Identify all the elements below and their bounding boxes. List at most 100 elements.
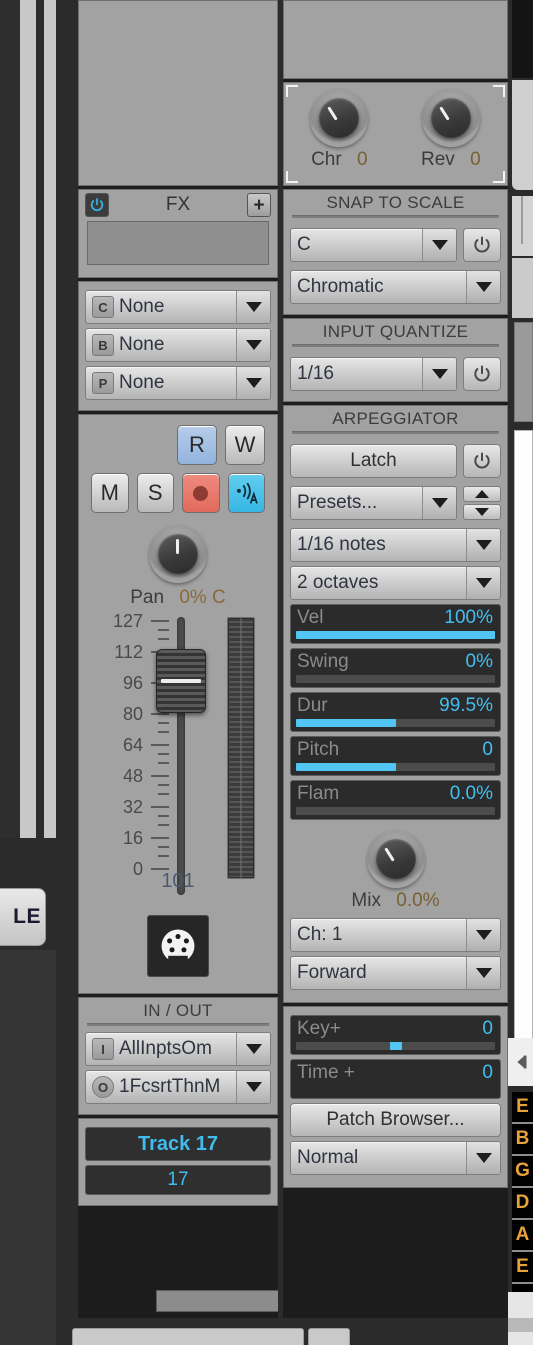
record-icon: [193, 485, 209, 501]
mute-button[interactable]: M: [91, 473, 129, 513]
chevron-down-icon[interactable]: [466, 919, 500, 951]
patch-browser-label: Patch Browser...: [326, 1109, 465, 1130]
output-badge: O: [92, 1076, 114, 1098]
chevron-down-icon[interactable]: [466, 957, 500, 989]
arp-latch-label: Latch: [350, 450, 397, 471]
input-echo-icon: [237, 482, 258, 504]
arp-mix-label: Mix: [351, 890, 381, 911]
input-echo-button[interactable]: [227, 473, 265, 513]
solo-label: S: [147, 480, 163, 505]
arp-swing-label: Swing: [297, 651, 349, 672]
time-shift-slider[interactable]: Time + 0: [290, 1059, 501, 1099]
chorus-knob[interactable]: [310, 89, 369, 147]
left-lower-panel: [0, 950, 56, 1345]
insert-slot-p[interactable]: P None: [85, 366, 271, 400]
arp-pitch-slider[interactable]: Pitch 0: [290, 736, 501, 776]
chorus-label: Chr: [311, 149, 342, 170]
quantize-resolution-value: 1/16: [297, 363, 334, 384]
string-label: D: [512, 1188, 533, 1220]
spinner-down-icon[interactable]: [463, 504, 501, 520]
chevron-down-icon[interactable]: [236, 1033, 270, 1065]
write-automation-button[interactable]: W: [225, 425, 265, 465]
chevron-down-icon[interactable]: [236, 367, 270, 399]
chevron-down-icon[interactable]: [422, 487, 456, 519]
input-quantize-power-button[interactable]: [463, 357, 501, 391]
power-icon: [474, 452, 490, 469]
fx-slot-empty[interactable]: [87, 221, 269, 265]
scale-tick-80: 80: [122, 704, 143, 724]
track-number-field[interactable]: 17: [85, 1165, 271, 1195]
insert-slot-b[interactable]: B None: [85, 328, 271, 362]
daw-track-inspector: LE FX + C None B None P None R W M S Pan…: [0, 0, 533, 1345]
solo-button[interactable]: S: [136, 473, 174, 513]
midi-din-icon[interactable]: [147, 915, 209, 977]
arp-velocity-value: 100%: [444, 607, 493, 628]
key-transpose-value: 0: [482, 1018, 493, 1039]
fx-title: FX: [165, 194, 191, 215]
bottom-tab-secondary[interactable]: [308, 1328, 350, 1345]
right-inset-box: [514, 322, 533, 422]
chevron-down-icon[interactable]: [422, 358, 456, 390]
arp-flam-slider[interactable]: Flam 0.0%: [290, 780, 501, 820]
time-shift-label: Time +: [297, 1062, 355, 1083]
chevron-down-icon[interactable]: [466, 567, 500, 599]
midi-input-select[interactable]: I AllInptsOm: [85, 1032, 271, 1066]
snap-to-scale-panel: SNAP TO SCALE C Chromatic: [283, 189, 508, 315]
arp-velocity-slider[interactable]: Vel 100%: [290, 604, 501, 644]
patch-mode-select[interactable]: Normal: [290, 1141, 501, 1175]
arp-preset-spinner[interactable]: [463, 486, 501, 520]
right-gray-panel-1: [512, 80, 533, 190]
arp-direction-select[interactable]: Forward: [290, 956, 501, 990]
patch-browser-button[interactable]: Patch Browser...: [290, 1103, 501, 1137]
snap-to-scale-power-button[interactable]: [463, 228, 501, 262]
bottom-tab-main[interactable]: [72, 1328, 304, 1345]
string-label: G: [512, 1156, 533, 1188]
chevron-down-icon[interactable]: [236, 291, 270, 323]
insert-slot-c[interactable]: C None: [85, 290, 271, 324]
arp-pitch-value: 0: [482, 739, 493, 760]
arp-swing-slider[interactable]: Swing 0%: [290, 648, 501, 688]
key-transpose-label: Key+: [297, 1018, 341, 1039]
record-arm-button[interactable]: [182, 473, 220, 513]
chevron-down-icon[interactable]: [422, 229, 456, 261]
reverb-knob[interactable]: [421, 89, 480, 147]
chevron-down-icon[interactable]: [236, 329, 270, 361]
read-automation-button[interactable]: R: [177, 425, 217, 465]
arp-flam-label: Flam: [297, 783, 340, 804]
volume-fader-thumb[interactable]: [156, 649, 206, 713]
pan-knob[interactable]: [149, 525, 207, 583]
arp-latch-button[interactable]: Latch: [290, 444, 457, 478]
midi-output-select[interactable]: O 1FcsrtThnM: [85, 1070, 271, 1104]
power-icon[interactable]: [85, 193, 109, 217]
midi-output-value: 1FcsrtThnM: [119, 1076, 221, 1097]
arp-presets-select[interactable]: Presets...: [290, 486, 457, 520]
key-transpose-slider[interactable]: Key+ 0: [290, 1015, 501, 1055]
arp-duration-slider[interactable]: Dur 99.5%: [290, 692, 501, 732]
arpeggiator-power-button[interactable]: [463, 444, 501, 478]
arpeggiator-title: ARPEGGIATOR: [332, 409, 459, 428]
chevron-down-icon[interactable]: [466, 1142, 500, 1174]
sidebar-tab-console[interactable]: LE: [0, 888, 46, 946]
arp-mix-knob[interactable]: [366, 830, 425, 888]
quantize-resolution-select[interactable]: 1/16: [290, 357, 457, 391]
arp-range-select[interactable]: 2 octaves: [290, 566, 501, 600]
spinner-up-icon[interactable]: [463, 486, 501, 502]
volume-fader-zone: 127 112 96 80 64 48 32 16 0 101: [79, 609, 277, 909]
collapse-panel-button[interactable]: [508, 1038, 533, 1086]
scale-root-select[interactable]: C: [290, 228, 457, 262]
arp-channel-select[interactable]: Ch: 1: [290, 918, 501, 952]
string-label: B: [512, 1124, 533, 1156]
scale-tick-16: 16: [122, 828, 143, 848]
arp-rate-select[interactable]: 1/16 notes: [290, 528, 501, 562]
chevron-down-icon[interactable]: [466, 529, 500, 561]
scale-type-select[interactable]: Chromatic: [290, 270, 501, 304]
scale-tick-96: 96: [122, 673, 143, 693]
arp-mix-control: Mix 0.0%: [284, 830, 507, 912]
plus-icon[interactable]: +: [247, 193, 271, 217]
arp-velocity-label: Vel: [297, 607, 324, 628]
left-panel-dark: [0, 0, 20, 838]
chevron-down-icon[interactable]: [236, 1071, 270, 1103]
track-name-field[interactable]: Track 17: [85, 1127, 271, 1161]
chevron-down-icon[interactable]: [466, 271, 500, 303]
left-strip-2: [36, 0, 44, 838]
